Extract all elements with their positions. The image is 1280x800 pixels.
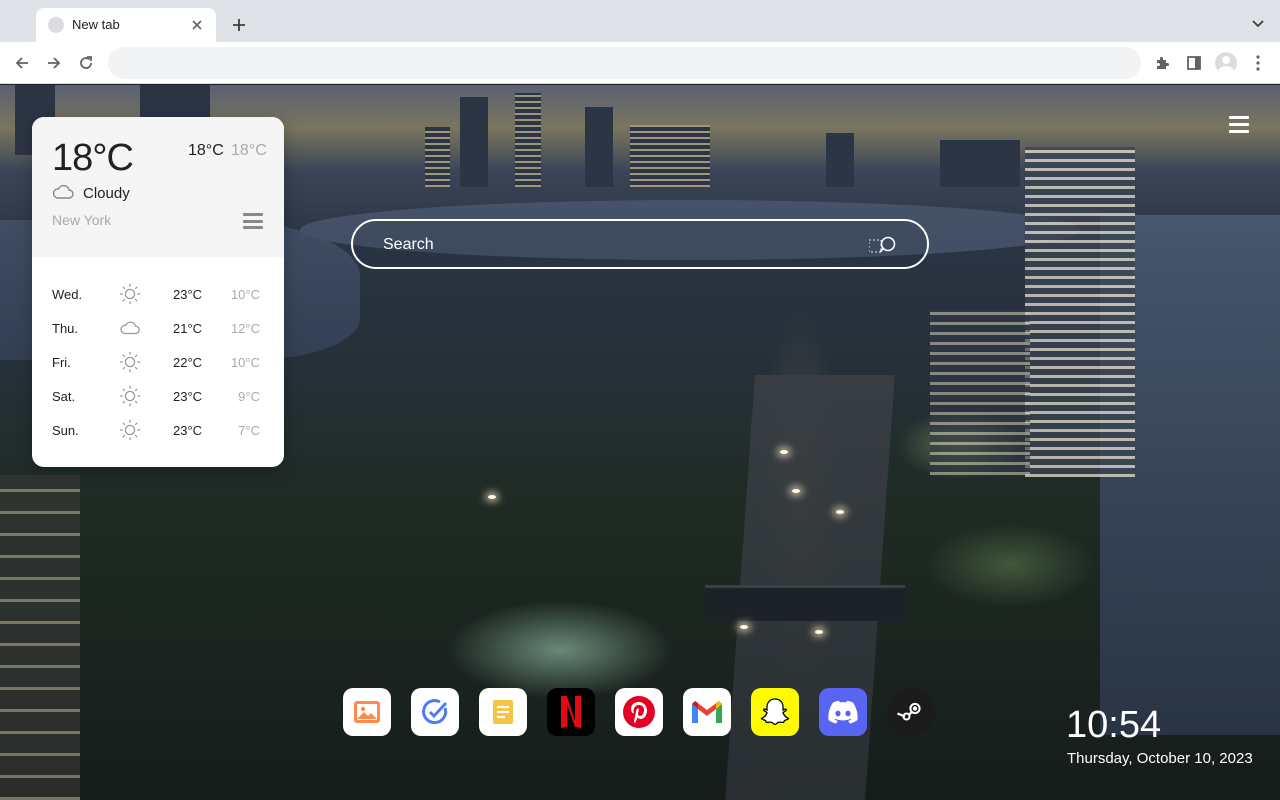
chevron-down-icon[interactable] — [1248, 14, 1268, 34]
reload-icon[interactable] — [74, 51, 98, 75]
forecast-high: 22°C — [173, 355, 203, 370]
car-light — [815, 630, 823, 634]
netflix-icon — [561, 696, 581, 728]
address-bar[interactable] — [108, 47, 1141, 79]
skyline-building — [826, 133, 854, 187]
lit-windows — [425, 127, 450, 187]
notes-icon — [493, 700, 513, 724]
new-tab-button[interactable] — [228, 14, 250, 36]
forecast-row: Thu. 21°C 12°C — [32, 311, 284, 345]
shortcut-tasks[interactable] — [411, 688, 459, 736]
forecast-low: 12°C — [230, 321, 260, 336]
tab-favicon-icon — [48, 17, 64, 33]
car-light — [740, 625, 748, 629]
lit-windows — [630, 125, 710, 187]
car-light — [792, 489, 800, 493]
forecast-day: Sat. — [52, 389, 76, 404]
extensions-icon[interactable] — [1150, 51, 1174, 75]
forecast-day: Wed. — [52, 287, 83, 302]
shortcut-netflix[interactable] — [547, 688, 595, 736]
back-icon[interactable] — [10, 51, 34, 75]
profile-icon[interactable] — [1214, 51, 1238, 75]
shortcut-pinterest[interactable] — [615, 688, 663, 736]
search-input[interactable] — [383, 233, 863, 257]
steam-icon — [897, 698, 925, 726]
cloud-icon — [52, 184, 74, 199]
gmail-icon — [692, 701, 722, 723]
shortcut-discord[interactable] — [819, 688, 867, 736]
cloud-icon — [120, 321, 140, 335]
weather-current: 18°C 18°C 18°C Cloudy New York — [32, 117, 284, 257]
close-icon[interactable] — [188, 16, 206, 34]
car-light — [780, 450, 788, 454]
lit-windows — [515, 93, 541, 187]
forecast-low: 10°C — [230, 287, 260, 302]
side-panel-icon[interactable] — [1182, 51, 1206, 75]
forecast-high: 23°C — [173, 389, 203, 404]
forecast-row: Fri. 22°C 10°C — [32, 345, 284, 379]
car-light — [836, 510, 844, 514]
tab-title: New tab — [72, 17, 120, 32]
shortcut-steam[interactable] — [887, 688, 935, 736]
search-box — [351, 219, 929, 269]
forecast-low: 10°C — [230, 355, 260, 370]
page-menu-icon[interactable] — [1229, 116, 1249, 133]
forecast-row: Sat. 23°C 9°C — [32, 379, 284, 413]
sun-icon — [119, 385, 141, 407]
forecast-row: Sun. 23°C 7°C — [32, 413, 284, 447]
apartment-building — [0, 475, 80, 800]
tab-strip: New tab — [0, 0, 1280, 42]
street-light — [488, 495, 496, 499]
avatar — [1215, 52, 1237, 74]
current-temperature: 18°C — [52, 137, 134, 179]
weather-widget[interactable]: 18°C 18°C 18°C Cloudy New York Wed. 23°C… — [32, 117, 284, 467]
skyline-building — [585, 107, 613, 187]
weather-condition: Cloudy — [83, 185, 130, 202]
search-icon[interactable] — [869, 234, 899, 256]
forecast-low: 7°C — [238, 423, 260, 438]
shortcut-snapchat[interactable] — [751, 688, 799, 736]
forecast-high: 23°C — [173, 287, 203, 302]
forecast-day: Thu. — [52, 321, 79, 336]
highrise-building — [930, 310, 1030, 475]
skyline-building — [940, 140, 1020, 187]
shortcut-dock — [343, 688, 935, 736]
today-high: 18°C — [188, 142, 224, 159]
skyline-building — [460, 97, 488, 187]
sun-icon — [119, 283, 141, 305]
browser-toolbar — [0, 42, 1280, 84]
weather-menu-icon[interactable] — [243, 213, 263, 229]
sun-icon — [119, 419, 141, 441]
weather-city: New York — [52, 212, 112, 228]
snapchat-icon — [760, 698, 790, 726]
clock-time: 10:54 — [1066, 704, 1162, 746]
forecast-row: Wed. 23°C 10°C — [32, 277, 284, 311]
shortcut-photos[interactable] — [343, 688, 391, 736]
forward-icon[interactable] — [42, 51, 66, 75]
kebab-menu-icon[interactable] — [1246, 51, 1270, 75]
forecast-day: Fri. — [52, 355, 71, 370]
shortcut-notes[interactable] — [479, 688, 527, 736]
discord-icon — [828, 700, 858, 724]
forecast-high: 23°C — [173, 423, 203, 438]
forecast-high: 21°C — [173, 321, 203, 336]
forecast-day: Sun. — [52, 423, 79, 438]
highrise-building — [1025, 147, 1135, 477]
sun-icon — [119, 351, 141, 373]
today-low: 18°C — [231, 142, 267, 159]
clock-date: Thursday, October 10, 2023 — [1067, 750, 1253, 767]
tab-new-tab[interactable]: New tab — [36, 8, 216, 42]
toll-plaza — [705, 585, 905, 621]
check-icon — [422, 699, 448, 725]
photo-icon — [354, 701, 380, 723]
pinterest-icon — [623, 696, 655, 728]
shortcut-gmail[interactable] — [683, 688, 731, 736]
forecast-low: 9°C — [238, 389, 260, 404]
forecast-list: Wed. 23°C 10°C Thu. 21°C 12°C Fri. 22°C … — [32, 277, 284, 447]
